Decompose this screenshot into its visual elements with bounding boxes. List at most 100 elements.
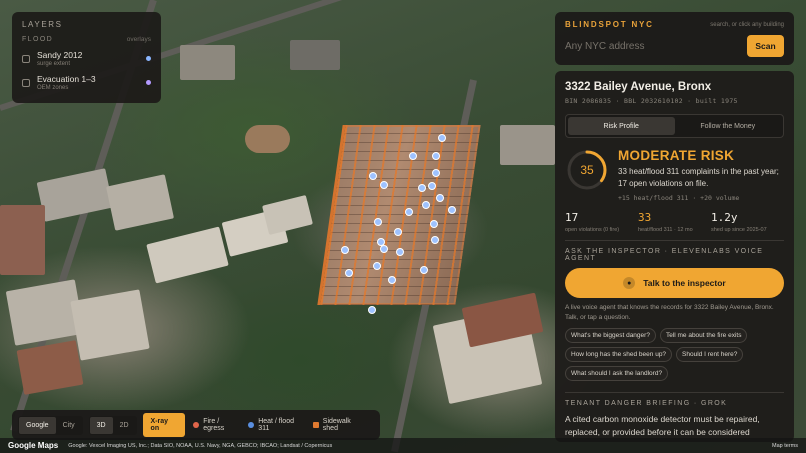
- microphone-icon: ●: [623, 277, 636, 289]
- scan-button[interactable]: Scan: [747, 35, 784, 57]
- basemap-google-button[interactable]: Google: [19, 416, 56, 434]
- complaint-marker[interactable]: [438, 134, 446, 142]
- layers-section-label: FLOOD: [22, 36, 54, 43]
- search-row: Scan: [565, 35, 784, 57]
- layer-text: Sandy 2012 surge extent: [37, 50, 146, 67]
- complaint-marker[interactable]: [409, 152, 417, 160]
- complaint-marker[interactable]: [448, 206, 456, 214]
- legend-fire: Fire / egress: [193, 418, 240, 432]
- search-panel: BLINDSPOT NYC search, or click any build…: [555, 12, 794, 65]
- legend-label: Heat / flood 311: [258, 418, 294, 432]
- legend-label: Sidewalk shed: [322, 418, 351, 432]
- complaint-marker[interactable]: [431, 236, 439, 244]
- complaint-marker[interactable]: [405, 208, 413, 216]
- view-3d-button[interactable]: 3D: [89, 416, 113, 434]
- tab-risk-profile[interactable]: Risk Profile: [568, 117, 675, 135]
- building: [262, 195, 313, 235]
- stats-row: 17 open violations (0 fire) 33 heat/floo…: [565, 211, 784, 233]
- layer-color-dot: [146, 80, 151, 85]
- stat-heat-flood: 33 heat/flood 311 · 12 mo: [638, 211, 711, 233]
- view-mode-toggle: 3D 2D: [88, 415, 137, 435]
- complaint-marker[interactable]: [380, 245, 388, 253]
- question-chip[interactable]: What's the biggest danger?: [565, 328, 656, 343]
- layer-checkbox[interactable]: [22, 78, 30, 87]
- stat-open-violations: 17 open violations (0 fire): [565, 211, 638, 233]
- basemap-city-button[interactable]: City: [56, 417, 82, 434]
- complaint-marker[interactable]: [436, 194, 444, 202]
- complaint-marker[interactable]: [388, 276, 396, 284]
- layers-title: LAYERS: [22, 20, 63, 29]
- heat-legend-swatch: [248, 422, 255, 428]
- layer-sub: OEM zones: [37, 85, 69, 91]
- complaint-marker[interactable]: [345, 269, 353, 277]
- complaint-marker[interactable]: [420, 266, 428, 274]
- complaint-marker[interactable]: [396, 248, 404, 256]
- highlighted-building[interactable]: [317, 125, 481, 305]
- building: [290, 40, 340, 70]
- complaint-marker[interactable]: [430, 220, 438, 228]
- legend-heat: Heat / flood 311: [248, 418, 305, 432]
- stat-value: 33: [638, 211, 652, 224]
- app-brand: BLINDSPOT NYC: [565, 20, 654, 29]
- legend-label: Fire / egress: [203, 418, 225, 432]
- baseball-field: [245, 125, 290, 153]
- map-attribution: Google: Vexcel Imaging US, Inc.; Data SI…: [68, 442, 333, 449]
- stat-shed: 1.2y shed up since 2025-07: [711, 211, 784, 233]
- complaint-marker[interactable]: [380, 181, 388, 189]
- talk-button-label: Talk to the inspector: [643, 278, 726, 288]
- complaint-marker[interactable]: [394, 228, 402, 236]
- stat-value: 1.2y: [711, 211, 738, 224]
- layer-toggle-sandy[interactable]: Sandy 2012 surge extent: [22, 50, 151, 67]
- address-search-input[interactable]: [565, 40, 747, 52]
- question-chip[interactable]: Tell me about the fire exits: [659, 328, 748, 343]
- voice-description: A live voice agent that knows the record…: [565, 304, 774, 321]
- layers-section-note: overlays: [126, 36, 151, 43]
- building: [146, 226, 229, 284]
- risk-level: MODERATE RISK: [618, 148, 735, 163]
- layer-toggle-evacuation[interactable]: Evacuation 1–3 OEM zones: [22, 74, 151, 91]
- question-chip[interactable]: What should I ask the landlord?: [565, 366, 669, 381]
- stat-label: heat/flood 311 · 12 mo: [638, 227, 693, 233]
- search-hint: search, or click any building: [710, 21, 784, 28]
- complaint-marker[interactable]: [422, 201, 430, 209]
- complaint-marker[interactable]: [374, 218, 382, 226]
- layer-sub: surge extent: [37, 61, 71, 67]
- divider: [565, 392, 784, 393]
- layer-name: Sandy 2012: [37, 50, 83, 60]
- building: [105, 174, 175, 231]
- complaint-marker[interactable]: [432, 152, 440, 160]
- layer-color-dot: [146, 56, 151, 61]
- building-detail-panel: 3322 Bailey Avenue, Bronx BIN 2086835 · …: [555, 71, 794, 442]
- building-address: 3322 Bailey Avenue, Bronx: [565, 81, 712, 93]
- risk-trend: +15 heat/flood 311 · +20 volume: [618, 194, 740, 202]
- complaint-marker[interactable]: [432, 169, 440, 177]
- risk-summary: 35 MODERATE RISK 33 heat/flood 311 compl…: [565, 148, 784, 202]
- view-2d-button[interactable]: 2D: [113, 417, 136, 434]
- question-chip[interactable]: How long has the shed been up?: [565, 347, 673, 362]
- layer-text: Evacuation 1–3 OEM zones: [37, 74, 146, 91]
- map-terms-link[interactable]: Map terms: [772, 443, 798, 449]
- risk-score: 35: [580, 163, 594, 177]
- complaint-marker[interactable]: [368, 306, 376, 314]
- sidewalk-legend-swatch: [313, 422, 319, 428]
- building: [70, 289, 150, 361]
- complaint-marker[interactable]: [418, 184, 426, 192]
- complaint-marker[interactable]: [373, 262, 381, 270]
- map-toolbar: Google City 3D 2D X-ray on Fire / egress…: [12, 410, 380, 440]
- question-chips: What's the biggest danger? Tell me about…: [565, 328, 784, 385]
- complaint-marker[interactable]: [369, 172, 377, 180]
- building: [500, 125, 555, 165]
- talk-to-inspector-button[interactable]: ● Talk to the inspector: [565, 268, 784, 298]
- complaint-marker[interactable]: [341, 246, 349, 254]
- xray-toggle-button[interactable]: X-ray on: [142, 413, 186, 437]
- stat-label: shed up since 2025-07: [711, 227, 767, 233]
- complaint-marker[interactable]: [428, 182, 436, 190]
- google-maps-logo: Google Maps: [8, 441, 59, 450]
- layer-name: Evacuation 1–3: [37, 74, 96, 84]
- tab-follow-the-money[interactable]: Follow the Money: [675, 117, 782, 135]
- risk-text: MODERATE RISK 33 heat/flood 311 complain…: [618, 148, 784, 202]
- building: [36, 168, 114, 222]
- question-chip[interactable]: Should I rent here?: [676, 347, 744, 362]
- building-meta: BIN 2086835 · BBL 2032610102 · built 197…: [565, 97, 738, 105]
- layer-checkbox[interactable]: [22, 54, 30, 63]
